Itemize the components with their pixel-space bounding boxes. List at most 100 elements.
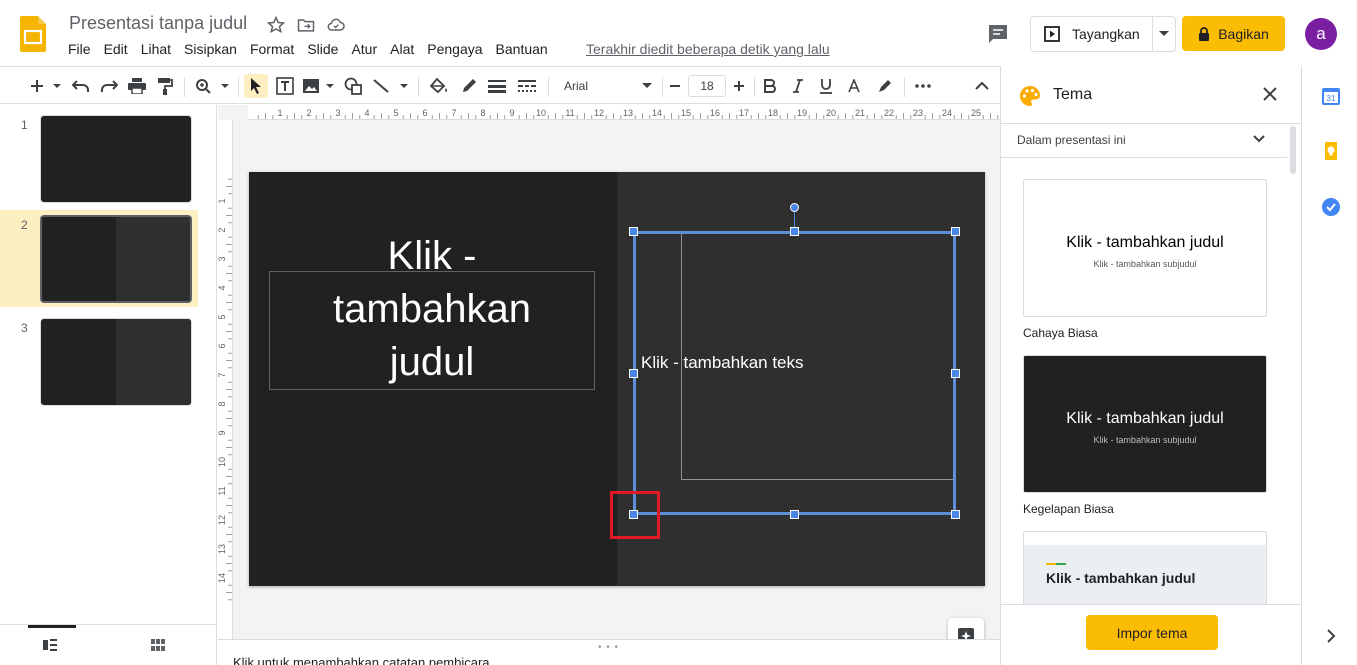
theme-panel-header: Tema <box>1001 66 1301 124</box>
slide-title-text[interactable]: Klik - tambahkan judul <box>269 230 595 389</box>
import-theme-button[interactable]: Impor tema <box>1086 615 1218 650</box>
theme-scope-label: Dalam presentasi ini <box>1017 133 1126 147</box>
ruler-label: 12 <box>594 108 604 118</box>
filmstrip-view-icon[interactable] <box>40 635 60 655</box>
ruler-label: 10 <box>218 457 227 467</box>
resize-handle-left[interactable] <box>629 369 638 378</box>
underline-button[interactable] <box>816 75 836 97</box>
present-button-group: Tayangkan <box>1030 16 1176 52</box>
ruler-label: 8 <box>480 108 485 118</box>
slide-thumbnail[interactable] <box>40 318 192 406</box>
star-icon[interactable] <box>266 15 286 35</box>
border-dash-button[interactable] <box>516 75 538 97</box>
undo-button[interactable] <box>70 75 92 97</box>
highlight-color-button[interactable] <box>874 75 896 97</box>
tasks-icon[interactable] <box>1321 197 1341 217</box>
theme-card-light[interactable]: Klik - tambahkan judul Klik - tambahkan … <box>1023 179 1267 317</box>
chevron-right-icon[interactable] <box>1321 626 1341 646</box>
paint-format-button[interactable] <box>154 75 176 97</box>
more-options-button[interactable] <box>912 75 934 97</box>
ruler-label: 19 <box>797 108 807 118</box>
slide-thumbnail-row[interactable]: 3 <box>0 313 198 410</box>
menu-bar: File Edit Lihat Sisipkan Format Slide At… <box>68 41 561 57</box>
account-avatar[interactable]: a <box>1305 18 1337 50</box>
border-color-button[interactable] <box>458 75 480 97</box>
menu-tools[interactable]: Alat <box>390 41 414 57</box>
new-slide-button[interactable] <box>24 75 64 97</box>
rotate-handle[interactable] <box>790 203 799 212</box>
shape-button[interactable] <box>342 75 364 97</box>
last-edit-link[interactable]: Terakhir diedit beberapa detik yang lalu <box>586 41 830 57</box>
selected-text-box[interactable] <box>633 231 956 515</box>
resize-handle-top-left[interactable] <box>629 227 638 236</box>
slides-logo-icon[interactable] <box>20 16 46 52</box>
menu-addons[interactable]: Pengaya <box>427 41 482 57</box>
calendar-icon[interactable]: 31 <box>1321 86 1341 106</box>
share-button[interactable]: Bagikan <box>1182 16 1285 51</box>
thumb-right-panel <box>116 217 190 301</box>
insert-image-button[interactable] <box>302 75 336 97</box>
ruler-label: 1 <box>277 108 282 118</box>
print-button[interactable] <box>126 75 148 97</box>
vertical-ruler[interactable]: 1 2 3 4 5 6 7 8 9 10 11 12 13 14 <box>217 120 233 650</box>
grid-view-icon[interactable] <box>148 635 168 655</box>
present-options-dropdown[interactable] <box>1153 31 1175 37</box>
menu-edit[interactable]: Edit <box>104 41 128 57</box>
text-color-button[interactable] <box>844 75 864 97</box>
speaker-notes-area[interactable]: • • • Klik untuk menambahkan catatan pem… <box>218 639 1000 665</box>
menu-insert[interactable]: Sisipkan <box>184 41 237 57</box>
ruler-label: 5 <box>393 108 398 118</box>
resize-handle-bottom[interactable] <box>790 510 799 519</box>
slide-thumbnail[interactable] <box>40 215 192 303</box>
slide-thumbnail-row-selected[interactable]: 2 <box>0 210 198 307</box>
theme-scope-dropdown[interactable]: Dalam presentasi ini <box>1001 124 1287 158</box>
font-size-input[interactable]: 18 <box>688 75 726 97</box>
close-icon[interactable] <box>1263 87 1277 101</box>
menu-arrange[interactable]: Atur <box>351 41 377 57</box>
toolbar-separator <box>184 77 185 97</box>
collapse-toolbar-button[interactable] <box>972 75 992 97</box>
menu-slide[interactable]: Slide <box>307 41 338 57</box>
menu-format[interactable]: Format <box>250 41 294 57</box>
comment-history-icon[interactable] <box>986 22 1010 46</box>
decrease-font-size-button[interactable] <box>666 75 684 97</box>
resize-handle-top[interactable] <box>790 227 799 236</box>
keep-icon[interactable] <box>1321 141 1341 161</box>
selected-box-text[interactable]: Klik - tambahkan teks <box>641 353 804 373</box>
slide-thumbnail[interactable] <box>40 115 192 203</box>
horizontal-ruler[interactable]: 1 2 3 4 5 6 7 8 9 10 11 12 13 14 15 16 17 18 19 20 21 22 23 24 2… <box>248 105 1000 120</box>
resize-handle-right[interactable] <box>951 369 960 378</box>
bold-button[interactable] <box>760 75 780 97</box>
line-button[interactable] <box>372 75 412 97</box>
menu-file[interactable]: File <box>68 41 91 57</box>
cloud-saved-icon[interactable] <box>326 15 346 35</box>
slide-thumbnail-row[interactable]: 1 <box>0 110 198 207</box>
ruler-label: 15 <box>681 108 691 118</box>
redo-button[interactable] <box>98 75 120 97</box>
title-line: Klik - <box>387 234 477 278</box>
zoom-button[interactable] <box>194 75 232 97</box>
scrollbar-thumb[interactable] <box>1290 126 1296 174</box>
present-button[interactable]: Tayangkan <box>1031 17 1153 51</box>
document-title[interactable]: Presentasi tanpa judul <box>69 13 247 34</box>
increase-font-size-button[interactable] <box>730 75 748 97</box>
theme-panel-footer: Impor tema <box>1001 604 1301 665</box>
select-tool-button[interactable] <box>244 74 268 98</box>
menu-help[interactable]: Bantuan <box>496 41 548 57</box>
ruler-label: 6 <box>422 108 427 118</box>
notes-resize-handle[interactable]: • • • <box>598 642 619 653</box>
fill-color-button[interactable] <box>428 75 450 97</box>
theme-card-dark[interactable]: Klik - tambahkan judul Klik - tambahkan … <box>1023 355 1267 493</box>
menu-view[interactable]: Lihat <box>141 41 171 57</box>
text-box-button[interactable] <box>274 75 296 97</box>
resize-handle-top-right[interactable] <box>951 227 960 236</box>
resize-handle-bottom-right[interactable] <box>951 510 960 519</box>
ruler-label: 9 <box>218 430 227 435</box>
font-family-select[interactable]: Arial <box>560 75 656 97</box>
theme-card-simple[interactable]: Klik - tambahkan judul <box>1023 531 1267 611</box>
italic-button[interactable] <box>788 75 808 97</box>
border-weight-button[interactable] <box>486 75 508 97</box>
border-weight-icon <box>488 80 506 93</box>
theme-list-scrollbar[interactable] <box>1288 124 1298 604</box>
move-folder-icon[interactable] <box>296 15 316 35</box>
